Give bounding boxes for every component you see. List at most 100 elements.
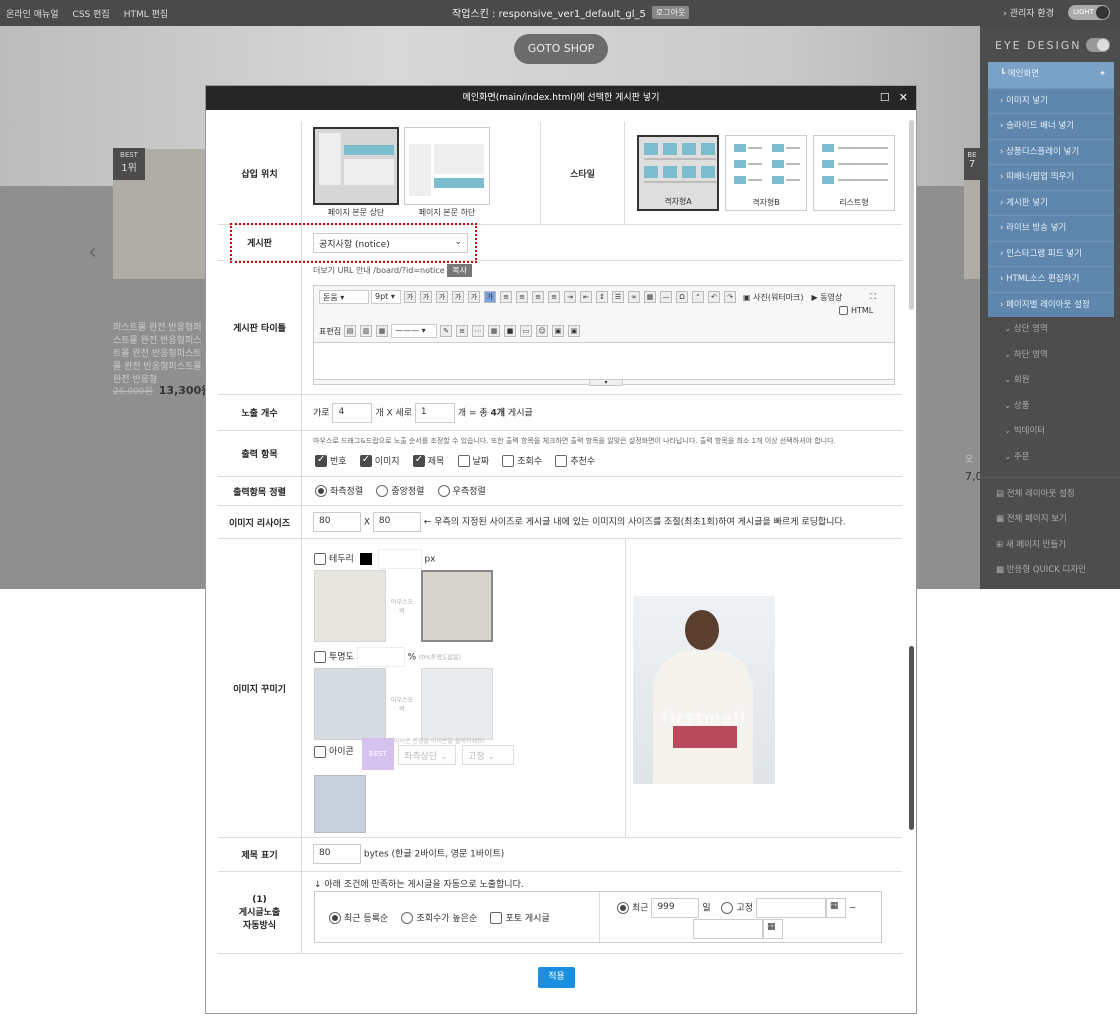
sidebar-item-live[interactable]: › 라이브 방송 넣기 xyxy=(988,215,1114,241)
copy-button[interactable]: 복사 xyxy=(447,264,472,277)
logout-button[interactable]: 로그아웃 xyxy=(651,6,690,19)
html-checkbox[interactable] xyxy=(839,306,848,315)
sidebar-item-member[interactable]: ⌄ 회원 xyxy=(988,368,1114,394)
sidebar-item-html-source[interactable]: › HTML소스 편집하기 xyxy=(988,266,1114,292)
position-bottom-option[interactable] xyxy=(404,127,490,205)
output-recommend-checkbox[interactable] xyxy=(555,454,568,467)
align-right-radio[interactable] xyxy=(437,484,450,497)
sidebar-item-product-display[interactable]: › 상품디스플레이 넣기 xyxy=(988,138,1114,165)
date-start-input[interactable] xyxy=(755,898,826,918)
video-button[interactable]: ▶ 동영상 xyxy=(812,292,843,303)
icon-position-select[interactable]: 좌측상단 ⌄ xyxy=(398,745,456,765)
dialog-scrollbar[interactable] xyxy=(907,112,916,1012)
output-views-checkbox[interactable] xyxy=(502,454,515,467)
align-right-icon[interactable]: ≡ xyxy=(532,291,544,303)
apply-button[interactable]: 적용 xyxy=(538,967,575,988)
icon-fix-select[interactable]: 고정 ⌄ xyxy=(462,745,514,765)
cell-bg-icon[interactable]: ■ xyxy=(504,325,517,337)
calendar-icon[interactable]: ▦ xyxy=(763,919,783,939)
sidebar-item-instagram[interactable]: › 인스타그램 피드 넣기 xyxy=(988,240,1114,267)
special-char-icon[interactable]: Ω xyxy=(676,291,688,303)
html-mode-toggle[interactable]: HTML xyxy=(839,306,873,315)
hr-icon[interactable]: — xyxy=(660,291,672,303)
table-insert-icon[interactable]: ▤ xyxy=(344,325,357,337)
align-left-radio[interactable] xyxy=(315,484,327,497)
rows-input[interactable]: 1 xyxy=(414,403,455,423)
font-select[interactable]: 돋움 ▾ xyxy=(319,290,369,304)
light-mode-toggle[interactable]: LIGHT xyxy=(1068,5,1110,20)
photo-watermark-button[interactable]: ▣ 사진(워터마크) xyxy=(743,292,804,303)
border-style-select[interactable]: ——— ▾ xyxy=(391,324,438,338)
sort-views-radio[interactable] xyxy=(401,911,414,924)
subject-bytes-input[interactable]: 80 xyxy=(313,844,361,864)
resize-height-input[interactable]: 80 xyxy=(372,512,421,532)
style-list-option[interactable]: 리스트형 xyxy=(813,135,895,211)
sidebar-item-popup[interactable]: › 띠배너/팝업 띄우기 xyxy=(988,164,1114,190)
sidebar-item-order[interactable]: ⌄ 주문 xyxy=(988,445,1114,471)
sidebar-item-all-layout[interactable]: ▤ 전체 레이아웃 설정 xyxy=(980,482,1120,508)
style-grid-a-option[interactable]: 격자형A xyxy=(637,135,719,211)
scrollbar-thumb[interactable] xyxy=(909,646,914,830)
align-center-icon[interactable]: ≡ xyxy=(516,291,528,303)
manual-link[interactable]: 온라인 매뉴얼 xyxy=(6,7,59,20)
product-name[interactable]: 퍼스트몰 완전 반응형퍼스트몰 완전 반응형퍼스트몰 완전 반응형퍼스트몰 완전… xyxy=(113,322,207,387)
align-left-icon[interactable]: ≡ xyxy=(500,291,512,303)
editor-resize-handle[interactable]: ▾ xyxy=(589,379,623,386)
maximize-icon[interactable]: ☐ xyxy=(880,86,890,110)
sidebar-item-top-area[interactable]: ⌄ 상단 영역 xyxy=(988,317,1114,343)
list-icon[interactable]: ☰ xyxy=(612,291,624,303)
align-justify-icon[interactable]: ≡ xyxy=(548,291,560,303)
fullscreen-icon[interactable]: ⛶ xyxy=(870,292,876,302)
border-checkbox[interactable] xyxy=(314,553,326,565)
table-cell-icon[interactable]: ▦ xyxy=(376,325,389,337)
cell-split-icon[interactable]: ▭ xyxy=(520,325,533,337)
opacity-checkbox[interactable] xyxy=(314,651,326,663)
photo-post-checkbox[interactable] xyxy=(490,911,503,924)
line-height-icon[interactable]: ↕ xyxy=(596,291,608,303)
indent-icon[interactable]: ⇥ xyxy=(564,291,576,303)
editor-content-area[interactable] xyxy=(314,342,894,380)
goto-shop-button[interactable]: GOTO SHOP xyxy=(514,34,608,64)
image-icon[interactable]: ▣ xyxy=(552,325,565,337)
sidebar-item-board[interactable]: › 게시판 넣기 xyxy=(988,189,1114,216)
close-icon[interactable]: ✕ xyxy=(899,86,908,110)
bg-color-icon[interactable]: 가 xyxy=(484,291,496,303)
sidebar-item-bigdata[interactable]: ⌄ 빅데이터 xyxy=(988,419,1114,445)
sidebar-toggle[interactable] xyxy=(1086,38,1110,52)
sidebar-item-product[interactable]: ⌄ 상품 xyxy=(988,394,1114,420)
undo-icon[interactable]: ↶ xyxy=(708,291,720,303)
bold-icon[interactable]: 가 xyxy=(404,291,416,303)
border-width-icon[interactable]: ≡ xyxy=(456,325,469,337)
resize-width-input[interactable]: 80 xyxy=(313,512,361,532)
output-date-checkbox[interactable] xyxy=(457,454,470,467)
period-fixed-radio[interactable] xyxy=(721,902,734,914)
sidebar-item-slide-banner[interactable]: › 슬라이드 배너 넣기 xyxy=(988,113,1114,139)
sidebar-item-page-layout[interactable]: › 페이지별 레이아웃 설정 xyxy=(988,291,1114,318)
underline-icon[interactable]: 가 xyxy=(420,291,432,303)
sidebar-item-quick-design[interactable]: ▩ 반응형 QUICK 디자인 xyxy=(980,558,1120,584)
period-days-input[interactable]: 999 xyxy=(651,898,700,918)
sidebar-item-new-page[interactable]: ⊞ 새 페이지 만들기 xyxy=(980,533,1120,559)
opacity-input[interactable] xyxy=(356,647,405,667)
table-icon[interactable]: ▦ xyxy=(644,291,656,303)
italic-icon[interactable]: 가 xyxy=(436,291,448,303)
period-recent-radio[interactable] xyxy=(617,902,629,914)
outdent-icon[interactable]: ⇤ xyxy=(580,291,592,303)
best-icon-button[interactable]: BEST xyxy=(362,738,394,770)
output-title-checkbox[interactable] xyxy=(412,454,425,467)
cols-input[interactable]: 4 xyxy=(332,403,373,423)
border-color-swatch[interactable] xyxy=(359,553,372,565)
icon-checkbox[interactable] xyxy=(314,745,326,758)
border-width-input[interactable] xyxy=(377,549,422,569)
output-image-checkbox[interactable] xyxy=(359,454,372,467)
style-grid-b-option[interactable]: 격자형B xyxy=(725,135,807,211)
output-number-checkbox[interactable] xyxy=(315,454,327,467)
cell-merge-icon[interactable]: ▦ xyxy=(488,325,501,337)
media-icon[interactable]: ▣ xyxy=(568,325,581,337)
sidebar-item-image[interactable]: › 이미지 넣기 xyxy=(988,87,1114,114)
align-center-radio[interactable] xyxy=(376,484,389,497)
sort-recent-radio[interactable] xyxy=(329,911,341,924)
sidebar-item-all-pages[interactable]: ▦ 전체 페이지 보기 xyxy=(980,507,1120,533)
quote-icon[interactable]: “ xyxy=(692,291,704,303)
sidebar-item-bottom-area[interactable]: ⌄ 하단 영역 xyxy=(988,343,1114,369)
